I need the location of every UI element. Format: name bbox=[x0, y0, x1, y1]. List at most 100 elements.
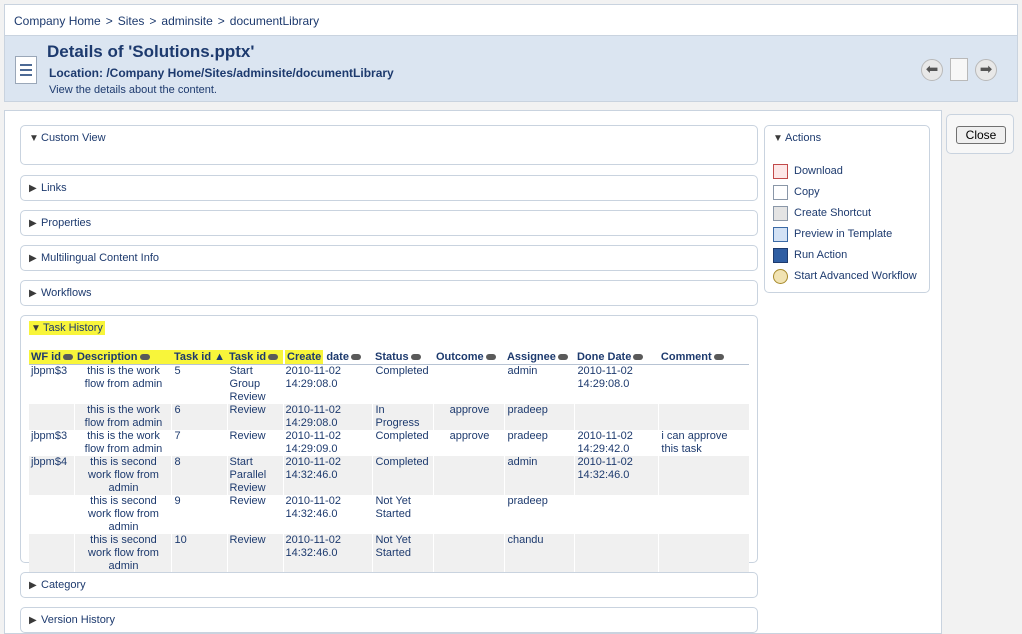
workflows-toggle[interactable]: ▶ Workflows bbox=[29, 287, 92, 299]
assignee-cell: admin bbox=[504, 364, 575, 404]
status-cell: Not Yet Started bbox=[372, 534, 434, 573]
wf-id-cell: jbpm$3 bbox=[31, 365, 68, 377]
document-page-icon[interactable] bbox=[950, 58, 968, 81]
description-cell: this is the work flow from admin bbox=[74, 364, 172, 404]
column-header-description[interactable]: Description bbox=[74, 350, 172, 365]
triangle-right-icon: ▶ bbox=[29, 218, 37, 229]
task-name-cell: Review bbox=[226, 430, 283, 456]
column-header-task-id[interactable]: Task id bbox=[227, 350, 283, 365]
description-cell: this is the work flow from admin bbox=[74, 430, 172, 456]
multilingual-toggle[interactable]: ▶ Multilingual Content Info bbox=[29, 252, 159, 264]
column-header-task-id-sorted[interactable]: Task id ▲ bbox=[171, 350, 228, 365]
column-header-outcome[interactable]: Outcome bbox=[433, 350, 505, 365]
table-row: jbpm$3 this is the work flow from admin … bbox=[29, 430, 749, 456]
description-cell: this is second work flow from admin bbox=[74, 495, 172, 534]
sort-icon bbox=[633, 354, 644, 361]
workflows-panel: ▶ Workflows bbox=[20, 280, 758, 306]
task-id-cell: 10 bbox=[171, 534, 228, 573]
task-id-cell: 8 bbox=[171, 456, 228, 495]
actions-toggle[interactable]: ▼ Actions bbox=[773, 132, 821, 144]
triangle-right-icon: ▶ bbox=[29, 253, 37, 264]
action-preview-in-template[interactable]: Preview in Template bbox=[773, 226, 917, 247]
properties-label: Properties bbox=[41, 217, 92, 229]
custom-view-toggle[interactable]: ▼ Custom View bbox=[29, 132, 106, 144]
description-cell: this is second work flow from admin bbox=[74, 456, 172, 495]
action-copy[interactable]: Copy bbox=[773, 184, 917, 205]
document-icon bbox=[15, 56, 37, 84]
task-history-label: Task History bbox=[43, 322, 103, 334]
page-description: View the details about the content. bbox=[49, 84, 217, 96]
close-area: Close bbox=[946, 114, 1014, 154]
version-history-toggle[interactable]: ▶ Version History bbox=[29, 614, 115, 626]
sort-icon bbox=[485, 354, 496, 361]
category-label: Category bbox=[41, 579, 86, 591]
action-run-action[interactable]: Run Action bbox=[773, 247, 917, 268]
table-row: this is second work flow from admin 9 Re… bbox=[29, 495, 749, 534]
triangle-right-icon: ▶ bbox=[29, 288, 37, 299]
close-button[interactable]: Close bbox=[956, 126, 1006, 144]
action-label: Create Shortcut bbox=[794, 207, 872, 219]
table-row: this is the work flow from admin 6 Revie… bbox=[29, 404, 749, 430]
outcome-cell: approve bbox=[433, 430, 505, 456]
done-date-cell: 2010-11-02 14:32:46.0 bbox=[574, 456, 659, 495]
assignee-cell: chandu bbox=[504, 534, 575, 573]
location-path: Location: /Company Home/Sites/adminsite/… bbox=[49, 66, 394, 80]
wf-id-cell: jbpm$4 bbox=[29, 456, 75, 495]
task-history-table: WF id Description Task id ▲ Task id Crea… bbox=[29, 350, 749, 573]
links-toggle[interactable]: ▶ Links bbox=[29, 182, 67, 194]
category-toggle[interactable]: ▶ Category bbox=[29, 579, 86, 591]
task-history-toggle[interactable]: ▼ Task History bbox=[29, 321, 105, 335]
breadcrumb-separator: > bbox=[149, 14, 157, 28]
task-name-cell: Review bbox=[226, 404, 283, 430]
breadcrumb-separator: > bbox=[217, 14, 225, 28]
sort-icon bbox=[410, 354, 421, 361]
create-date-cell: 2010-11-02 14:29:08.0 bbox=[282, 364, 373, 404]
multilingual-panel: ▶ Multilingual Content Info bbox=[20, 245, 758, 271]
sort-icon bbox=[350, 354, 361, 361]
assignee-cell: pradeep bbox=[504, 430, 575, 456]
column-header-assignee[interactable]: Assignee bbox=[504, 350, 575, 365]
actions-panel: ▼ Actions Download Copy Create Shortcut P… bbox=[764, 125, 930, 293]
action-create-shortcut[interactable]: Create Shortcut bbox=[773, 205, 917, 226]
copy-icon bbox=[773, 184, 788, 200]
action-start-advanced-workflow[interactable]: Start Advanced Workflow bbox=[773, 268, 917, 289]
page-title: Details of 'Solutions.pptx' bbox=[47, 42, 255, 61]
comment-cell bbox=[658, 495, 749, 534]
sort-icon bbox=[62, 354, 73, 361]
comment-cell bbox=[658, 456, 749, 495]
breadcrumb-adminsite[interactable]: adminsite bbox=[161, 14, 212, 28]
properties-toggle[interactable]: ▶ Properties bbox=[29, 217, 91, 229]
actions-list: Download Copy Create Shortcut Preview in… bbox=[773, 163, 917, 289]
breadcrumb-company-home[interactable]: Company Home bbox=[14, 14, 101, 28]
done-date-cell bbox=[574, 534, 659, 573]
workflow-gear-icon bbox=[773, 268, 788, 284]
breadcrumb-document-library[interactable]: documentLibrary bbox=[230, 14, 319, 28]
breadcrumb-separator: > bbox=[105, 14, 113, 28]
triangle-right-icon: ▶ bbox=[29, 615, 37, 626]
sort-icon bbox=[268, 354, 279, 361]
done-date-cell: 2010-11-02 14:29:42.0 bbox=[574, 430, 659, 456]
preview-icon bbox=[773, 226, 788, 242]
version-history-panel: ▶ Version History bbox=[20, 607, 758, 633]
previous-arrow-icon[interactable]: ⬅ bbox=[921, 59, 943, 81]
create-date-cell: 2010-11-02 14:29:08.0 bbox=[282, 404, 373, 430]
done-date-cell: 2010-11-02 14:29:08.0 bbox=[574, 364, 659, 404]
breadcrumb-sites[interactable]: Sites bbox=[118, 14, 145, 28]
column-header-create-date[interactable]: Create date bbox=[283, 350, 373, 365]
column-header-wf-id[interactable]: WF id bbox=[29, 350, 75, 365]
next-arrow-icon[interactable]: ➡ bbox=[975, 59, 997, 81]
action-label: Download bbox=[794, 165, 843, 177]
done-date-cell bbox=[574, 404, 659, 430]
action-download[interactable]: Download bbox=[773, 163, 917, 184]
action-label: Copy bbox=[794, 186, 820, 198]
description-cell: this is the work flow from admin bbox=[74, 404, 172, 430]
column-header-status[interactable]: Status bbox=[372, 350, 434, 365]
done-date-cell bbox=[574, 495, 659, 534]
outcome-cell bbox=[433, 456, 505, 495]
details-header: Details of 'Solutions.pptx' Location: /C… bbox=[4, 36, 1018, 102]
task-history-panel: ▼ Task History WF id Description Task id … bbox=[20, 315, 758, 573]
column-header-done-date[interactable]: Done Date bbox=[574, 350, 659, 365]
table-row: jbpm$3 this is the work flow from admin … bbox=[29, 364, 749, 404]
column-header-comment[interactable]: Comment bbox=[658, 350, 749, 365]
task-name-cell: Review bbox=[226, 534, 283, 573]
